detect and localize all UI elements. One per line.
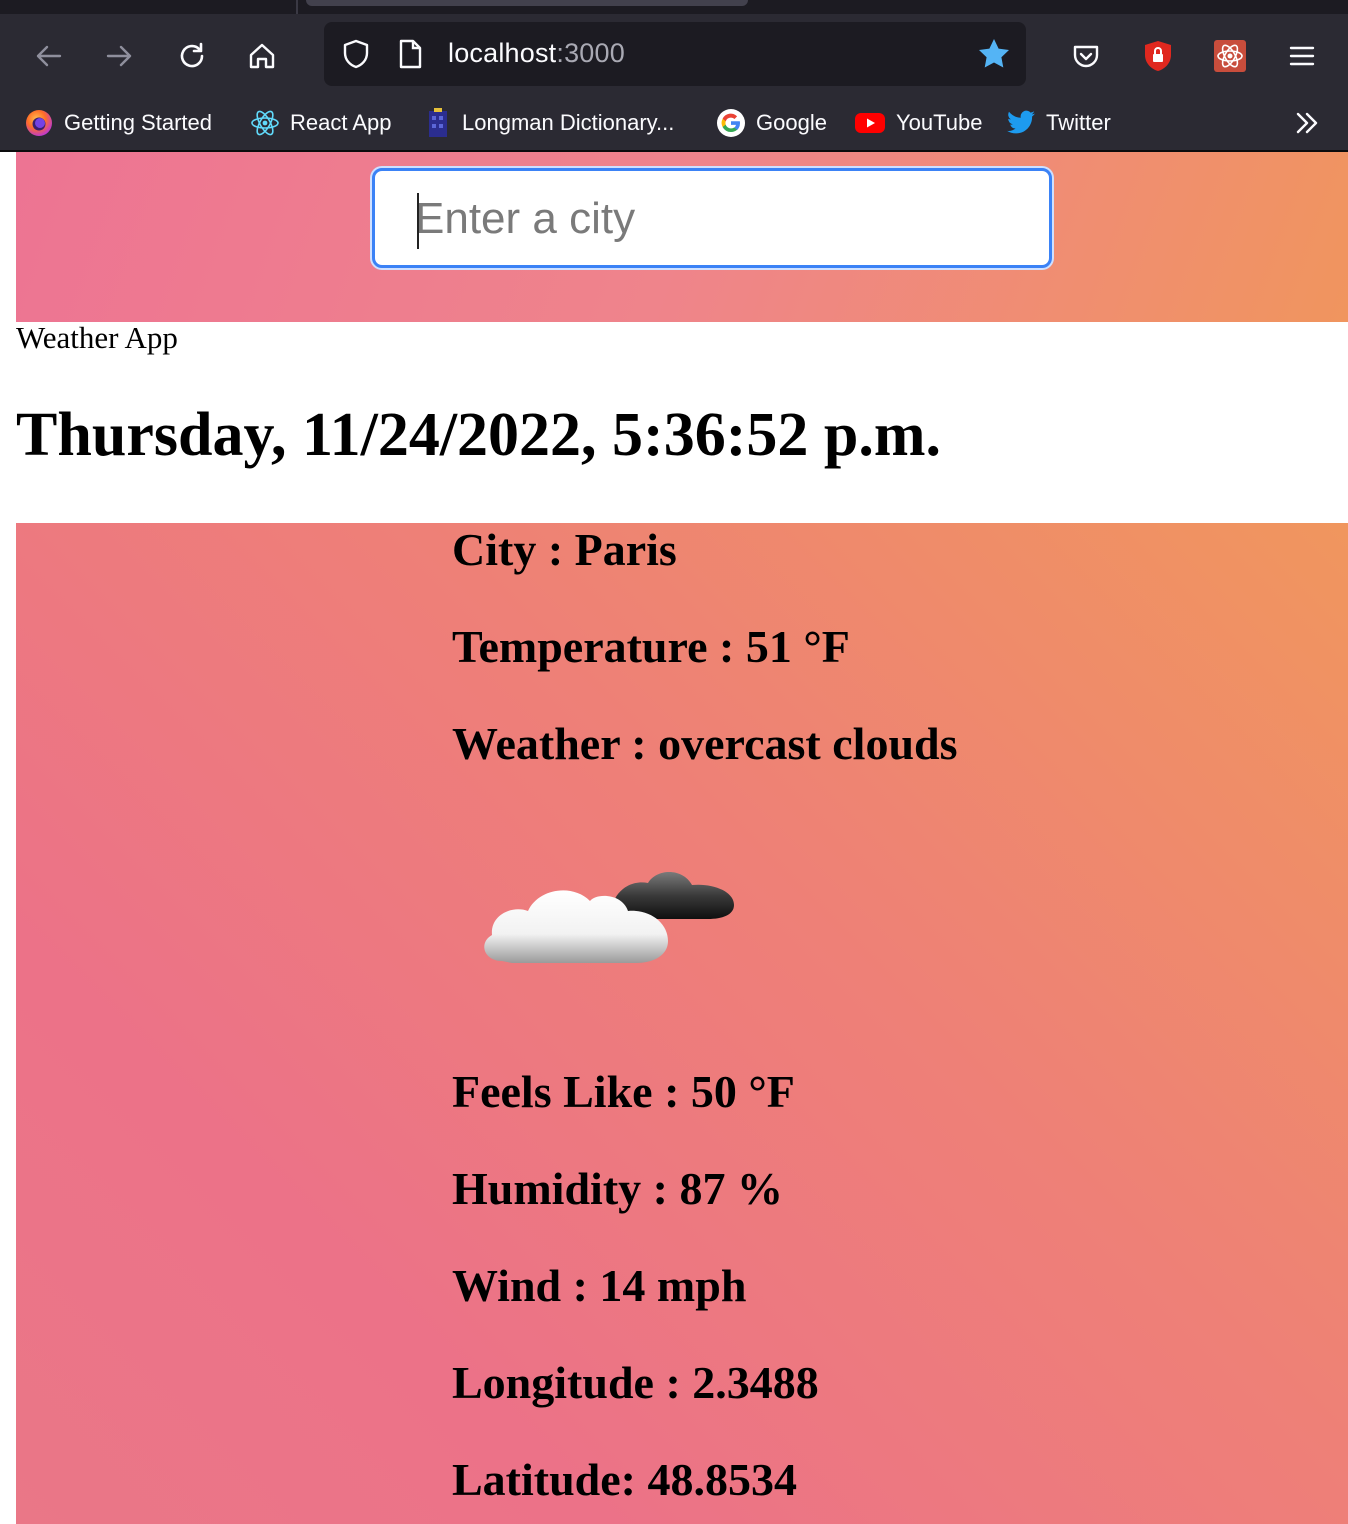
forward-arrow-icon <box>106 45 132 67</box>
city-text: City : Paris <box>452 524 677 575</box>
twitter-icon <box>1007 110 1035 134</box>
city-search-input[interactable] <box>415 189 1015 249</box>
pocket-button[interactable] <box>1066 36 1106 76</box>
search-header <box>16 152 1348 322</box>
city-search-box[interactable] <box>372 168 1052 268</box>
weather-panel: City : Paris Temperature : 51 °F Weather… <box>16 523 1348 1524</box>
bookmark-getting-started[interactable]: Getting Started <box>24 106 212 140</box>
reload-icon <box>180 42 204 68</box>
bookmark-youtube[interactable]: YouTube <box>854 106 982 140</box>
tab-strip <box>0 0 1348 14</box>
longman-icon <box>429 108 447 137</box>
bookmarks-toolbar: Getting Started React App Longman Dictio… <box>0 98 1348 152</box>
bookmark-twitter[interactable]: Twitter <box>1006 106 1111 140</box>
youtube-icon <box>855 113 885 133</box>
overcast-clouds-icon <box>484 872 734 963</box>
google-icon <box>717 109 745 137</box>
wind-text: Wind : 14 mph <box>452 1260 747 1311</box>
double-chevron-right-icon <box>1296 112 1318 134</box>
back-button[interactable] <box>28 36 68 76</box>
home-icon <box>249 43 275 69</box>
url-host: localhost <box>448 38 557 68</box>
latitude-text: Latitude: 48.8534 <box>452 1454 797 1505</box>
address-bar[interactable]: localhost:3000 <box>324 22 1026 86</box>
bookmark-label: Twitter <box>1046 110 1111 135</box>
reload-button[interactable] <box>172 36 212 76</box>
url-text[interactable]: localhost:3000 <box>448 38 625 69</box>
shield-icon[interactable] <box>340 38 372 70</box>
forward-button[interactable] <box>100 36 140 76</box>
active-tab[interactable] <box>306 0 748 6</box>
bookmark-react-app[interactable]: React App <box>250 106 392 140</box>
app-title: Weather App <box>16 320 178 355</box>
pocket-icon <box>1073 45 1099 68</box>
app-menu-button[interactable] <box>1282 36 1322 76</box>
text-caret <box>417 193 419 249</box>
page-icon[interactable] <box>396 38 424 70</box>
lock-shield-icon <box>1145 41 1171 71</box>
firefox-icon <box>26 110 52 136</box>
react-devtools-icon <box>1214 40 1246 72</box>
bookmark-longman[interactable]: Longman Dictionary... <box>424 106 674 140</box>
hamburger-menu-icon <box>1289 46 1315 66</box>
temperature-text: Temperature : 51 °F <box>452 621 850 672</box>
url-port: :3000 <box>556 38 625 68</box>
bookmark-google[interactable]: Google <box>716 106 827 140</box>
bookmark-star-icon[interactable] <box>976 36 1012 72</box>
bookmarks-overflow-button[interactable] <box>1292 106 1322 140</box>
home-button[interactable] <box>242 36 282 76</box>
bookmark-label: Getting Started <box>64 110 212 135</box>
current-datetime: Thursday, 11/24/2022, 5:36:52 p.m. <box>16 401 941 469</box>
bookmark-label: Longman Dictionary... <box>462 110 675 135</box>
weather-description-text: Weather : overcast clouds <box>452 718 958 769</box>
back-arrow-icon <box>36 45 62 67</box>
react-devtools-button[interactable] <box>1210 36 1250 76</box>
lockwise-extension-button[interactable] <box>1138 36 1178 76</box>
feels-like-text: Feels Like : 50 °F <box>452 1066 795 1117</box>
react-icon <box>251 110 279 136</box>
bookmark-label: Google <box>756 110 827 135</box>
navigation-toolbar: localhost:3000 <box>0 14 1348 98</box>
bookmark-label: YouTube <box>896 110 983 135</box>
tab-separator <box>296 0 298 14</box>
humidity-text: Humidity : 87 % <box>452 1163 783 1214</box>
longitude-text: Longitude : 2.3488 <box>452 1357 819 1408</box>
bookmark-label: React App <box>290 110 392 135</box>
